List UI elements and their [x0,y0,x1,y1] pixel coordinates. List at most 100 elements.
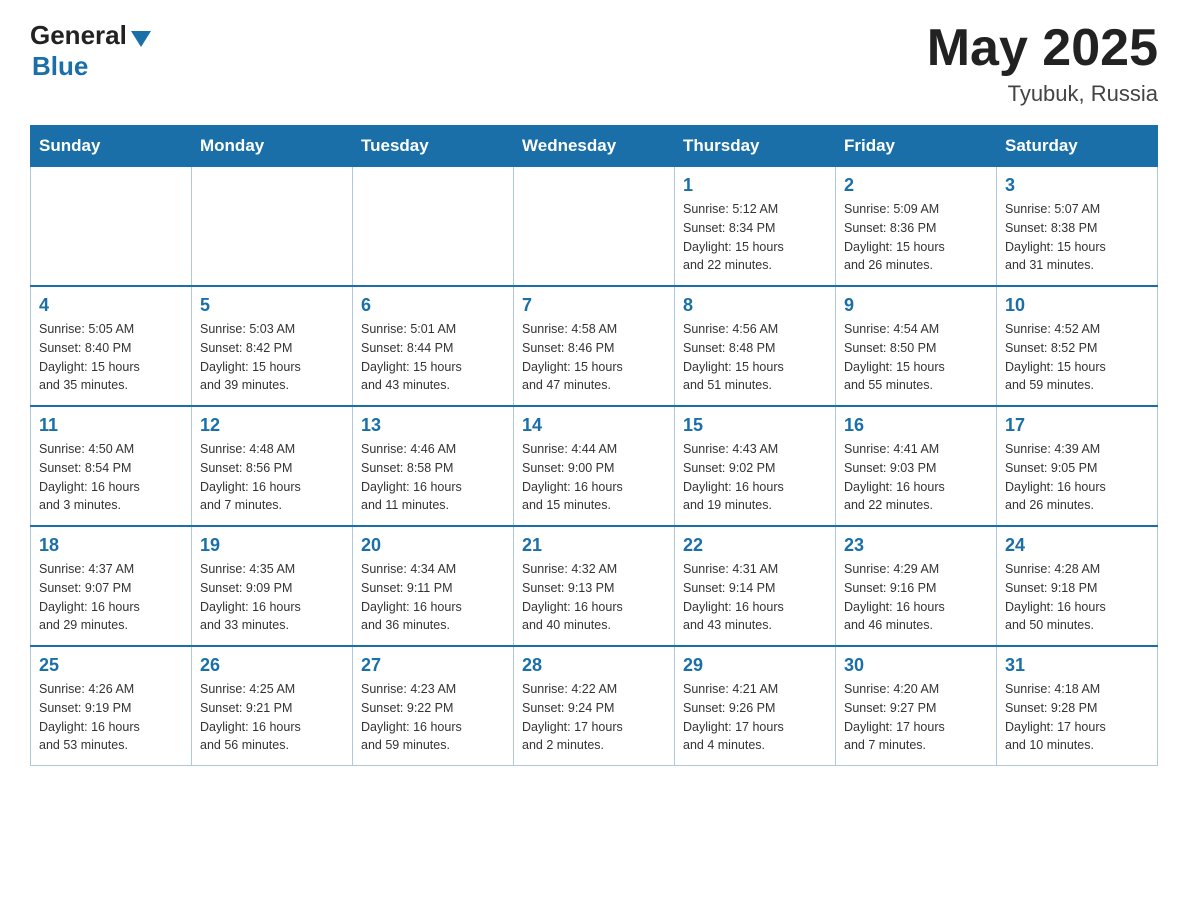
day-header-wednesday: Wednesday [514,126,675,167]
calendar-cell [31,167,192,287]
day-number: 4 [39,295,183,316]
day-info: Sunrise: 4:25 AM Sunset: 9:21 PM Dayligh… [200,680,344,755]
calendar-cell: 13 Sunrise: 4:46 AM Sunset: 8:58 PM Dayli… [353,406,514,526]
calendar-cell: 28 Sunrise: 4:22 AM Sunset: 9:24 PM Dayli… [514,646,675,766]
day-number: 29 [683,655,827,676]
day-number: 19 [200,535,344,556]
day-number: 28 [522,655,666,676]
day-info: Sunrise: 4:58 AM Sunset: 8:46 PM Dayligh… [522,320,666,395]
calendar-header-row: SundayMondayTuesdayWednesdayThursdayFrid… [31,126,1158,167]
day-info: Sunrise: 4:32 AM Sunset: 9:13 PM Dayligh… [522,560,666,635]
calendar-cell: 29 Sunrise: 4:21 AM Sunset: 9:26 PM Dayli… [675,646,836,766]
day-header-saturday: Saturday [997,126,1158,167]
day-number: 11 [39,415,183,436]
day-info: Sunrise: 4:35 AM Sunset: 9:09 PM Dayligh… [200,560,344,635]
day-number: 9 [844,295,988,316]
day-info: Sunrise: 4:23 AM Sunset: 9:22 PM Dayligh… [361,680,505,755]
day-info: Sunrise: 4:29 AM Sunset: 9:16 PM Dayligh… [844,560,988,635]
day-number: 3 [1005,175,1149,196]
day-number: 1 [683,175,827,196]
day-info: Sunrise: 5:12 AM Sunset: 8:34 PM Dayligh… [683,200,827,275]
calendar-week-row: 18 Sunrise: 4:37 AM Sunset: 9:07 PM Dayli… [31,526,1158,646]
day-number: 26 [200,655,344,676]
day-info: Sunrise: 4:37 AM Sunset: 9:07 PM Dayligh… [39,560,183,635]
day-info: Sunrise: 5:05 AM Sunset: 8:40 PM Dayligh… [39,320,183,395]
page-header: General Blue May 2025 Tyubuk, Russia [30,20,1158,107]
day-info: Sunrise: 4:41 AM Sunset: 9:03 PM Dayligh… [844,440,988,515]
day-number: 27 [361,655,505,676]
day-number: 7 [522,295,666,316]
day-info: Sunrise: 5:07 AM Sunset: 8:38 PM Dayligh… [1005,200,1149,275]
calendar-cell: 24 Sunrise: 4:28 AM Sunset: 9:18 PM Dayli… [997,526,1158,646]
calendar-week-row: 1 Sunrise: 5:12 AM Sunset: 8:34 PM Daylig… [31,167,1158,287]
day-number: 12 [200,415,344,436]
day-number: 6 [361,295,505,316]
day-info: Sunrise: 4:48 AM Sunset: 8:56 PM Dayligh… [200,440,344,515]
day-header-sunday: Sunday [31,126,192,167]
day-info: Sunrise: 4:26 AM Sunset: 9:19 PM Dayligh… [39,680,183,755]
day-header-tuesday: Tuesday [353,126,514,167]
calendar-cell [353,167,514,287]
calendar-cell: 31 Sunrise: 4:18 AM Sunset: 9:28 PM Dayli… [997,646,1158,766]
calendar-cell: 16 Sunrise: 4:41 AM Sunset: 9:03 PM Dayli… [836,406,997,526]
logo-blue-text: Blue [32,51,88,82]
day-info: Sunrise: 4:21 AM Sunset: 9:26 PM Dayligh… [683,680,827,755]
day-number: 30 [844,655,988,676]
day-number: 17 [1005,415,1149,436]
day-number: 24 [1005,535,1149,556]
day-number: 22 [683,535,827,556]
calendar-cell: 14Sunrise: 4:44 AM Sunset: 9:00 PM Dayli… [514,406,675,526]
calendar-cell: 8Sunrise: 4:56 AM Sunset: 8:48 PM Daylig… [675,286,836,406]
calendar-cell: 18 Sunrise: 4:37 AM Sunset: 9:07 PM Dayli… [31,526,192,646]
calendar-cell: 15 Sunrise: 4:43 AM Sunset: 9:02 PM Dayli… [675,406,836,526]
day-number: 13 [361,415,505,436]
calendar-cell: 30Sunrise: 4:20 AM Sunset: 9:27 PM Dayli… [836,646,997,766]
calendar-cell: 3 Sunrise: 5:07 AM Sunset: 8:38 PM Daylig… [997,167,1158,287]
day-info: Sunrise: 4:39 AM Sunset: 9:05 PM Dayligh… [1005,440,1149,515]
calendar-cell: 11 Sunrise: 4:50 AM Sunset: 8:54 PM Dayli… [31,406,192,526]
calendar-week-row: 25Sunrise: 4:26 AM Sunset: 9:19 PM Dayli… [31,646,1158,766]
day-info: Sunrise: 4:18 AM Sunset: 9:28 PM Dayligh… [1005,680,1149,755]
day-number: 23 [844,535,988,556]
calendar-cell [192,167,353,287]
calendar-cell: 23 Sunrise: 4:29 AM Sunset: 9:16 PM Dayli… [836,526,997,646]
day-info: Sunrise: 4:43 AM Sunset: 9:02 PM Dayligh… [683,440,827,515]
day-number: 31 [1005,655,1149,676]
calendar-cell: 20Sunrise: 4:34 AM Sunset: 9:11 PM Dayli… [353,526,514,646]
day-number: 16 [844,415,988,436]
day-info: Sunrise: 4:46 AM Sunset: 8:58 PM Dayligh… [361,440,505,515]
calendar-cell: 6 Sunrise: 5:01 AM Sunset: 8:44 PM Daylig… [353,286,514,406]
calendar-cell: 17 Sunrise: 4:39 AM Sunset: 9:05 PM Dayli… [997,406,1158,526]
calendar-week-row: 4 Sunrise: 5:05 AM Sunset: 8:40 PM Daylig… [31,286,1158,406]
day-number: 10 [1005,295,1149,316]
calendar-cell: 21 Sunrise: 4:32 AM Sunset: 9:13 PM Dayli… [514,526,675,646]
calendar-cell: 4 Sunrise: 5:05 AM Sunset: 8:40 PM Daylig… [31,286,192,406]
logo-arrow-icon [131,31,151,47]
logo-general-text: General [30,20,127,51]
calendar-location: Tyubuk, Russia [927,81,1158,107]
day-info: Sunrise: 4:50 AM Sunset: 8:54 PM Dayligh… [39,440,183,515]
calendar-cell: 7 Sunrise: 4:58 AM Sunset: 8:46 PM Daylig… [514,286,675,406]
day-info: Sunrise: 4:31 AM Sunset: 9:14 PM Dayligh… [683,560,827,635]
calendar-cell: 2Sunrise: 5:09 AM Sunset: 8:36 PM Daylig… [836,167,997,287]
logo: General Blue [30,20,151,82]
day-info: Sunrise: 4:28 AM Sunset: 9:18 PM Dayligh… [1005,560,1149,635]
calendar-cell [514,167,675,287]
day-info: Sunrise: 4:22 AM Sunset: 9:24 PM Dayligh… [522,680,666,755]
day-number: 5 [200,295,344,316]
calendar-table: SundayMondayTuesdayWednesdayThursdayFrid… [30,125,1158,766]
day-number: 15 [683,415,827,436]
day-info: Sunrise: 5:01 AM Sunset: 8:44 PM Dayligh… [361,320,505,395]
day-number: 8 [683,295,827,316]
calendar-cell: 25Sunrise: 4:26 AM Sunset: 9:19 PM Dayli… [31,646,192,766]
day-header-monday: Monday [192,126,353,167]
day-info: Sunrise: 5:09 AM Sunset: 8:36 PM Dayligh… [844,200,988,275]
day-number: 20 [361,535,505,556]
calendar-cell: 26 Sunrise: 4:25 AM Sunset: 9:21 PM Dayli… [192,646,353,766]
calendar-cell: 5Sunrise: 5:03 AM Sunset: 8:42 PM Daylig… [192,286,353,406]
calendar-title: May 2025 [927,20,1158,77]
day-number: 21 [522,535,666,556]
calendar-cell: 12 Sunrise: 4:48 AM Sunset: 8:56 PM Dayli… [192,406,353,526]
title-block: May 2025 Tyubuk, Russia [927,20,1158,107]
day-number: 18 [39,535,183,556]
